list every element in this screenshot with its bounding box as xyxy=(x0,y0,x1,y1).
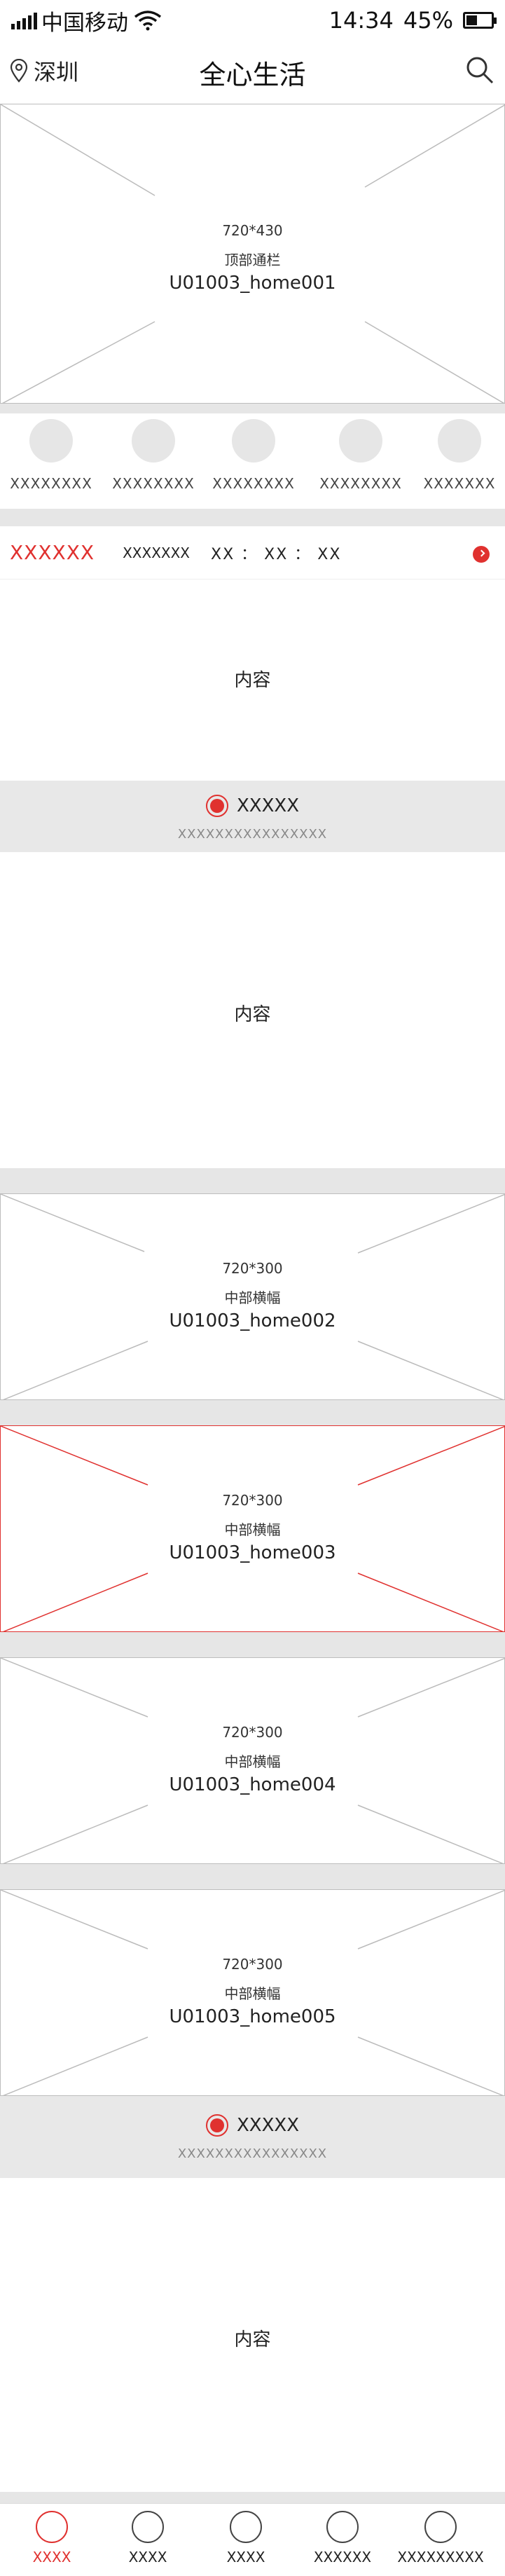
section-title: XXXXX xyxy=(236,2115,300,2136)
category-label: XXXXXXXX xyxy=(112,475,195,492)
nav-tab-2[interactable]: XXXX xyxy=(99,2511,197,2565)
divider xyxy=(0,1864,505,1889)
category-item[interactable]: XXXXXXXX xyxy=(212,419,296,492)
banner-name: 顶部通栏 xyxy=(224,252,281,268)
nav-tab-icon xyxy=(326,2511,359,2543)
banner-code: U01003_home001 xyxy=(169,273,336,294)
nav-tab-4[interactable]: XXXXXX xyxy=(293,2511,392,2565)
banner-code: U01003_home005 xyxy=(169,2006,336,2027)
search-icon[interactable] xyxy=(464,55,495,85)
thumbs-up-icon xyxy=(205,2114,228,2137)
divider xyxy=(0,2492,505,2503)
countdown-timer: XX ： XX ： XX xyxy=(211,545,342,563)
category-item[interactable]: XXXXXXX xyxy=(417,419,501,492)
arrow-right-icon[interactable] xyxy=(473,546,490,563)
signal-icon xyxy=(11,11,37,29)
banner-size: 720*430 xyxy=(222,222,283,239)
category-icon-row: XXXXXXXX XXXXXXXX XXXXXXXX XXXXXXXX XXXX… xyxy=(0,413,505,509)
divider xyxy=(0,1632,505,1657)
flash-sale-bar[interactable]: XXXXXX XXXXXXX XX ： XX ： XX xyxy=(0,526,505,580)
nav-tab-icon xyxy=(424,2511,457,2543)
divider xyxy=(0,404,505,413)
banner-size: 720*300 xyxy=(222,1724,283,1741)
top-banner[interactable]: 720*430 顶部通栏 U01003_home001 xyxy=(0,104,505,404)
category-icon xyxy=(29,419,73,463)
nav-tab-3[interactable]: XXXX xyxy=(197,2511,295,2565)
banner-name: 中部横幅 xyxy=(224,1753,281,1770)
banner-code: U01003_home002 xyxy=(169,1310,336,1331)
battery-percent: 45% xyxy=(403,7,453,34)
section-header-recommend: XXXXX XXXXXXXXXXXXXXXX xyxy=(0,2096,505,2178)
nav-tab-5[interactable]: XXXXXXXXX xyxy=(392,2511,490,2565)
banner-name: 中部横幅 xyxy=(224,1289,281,1306)
category-icon xyxy=(132,419,175,463)
category-label: XXXXXXXX xyxy=(319,475,402,492)
nav-tab-1[interactable]: XXXX xyxy=(3,2511,101,2565)
nav-tab-label: XXXXXX xyxy=(313,2549,372,2565)
section-header-hot: XXXXX XXXXXXXXXXXXXXXX xyxy=(0,781,505,852)
flame-icon xyxy=(205,795,228,817)
nav-tab-label: XXXX xyxy=(226,2549,265,2565)
nav-tab-label: XXXX xyxy=(128,2549,167,2565)
page-title: 全心生活 xyxy=(199,60,306,90)
category-icon xyxy=(438,419,481,463)
banner-name: 中部横幅 xyxy=(224,1985,281,2002)
nav-tab-label: XXXX xyxy=(32,2549,71,2565)
status-bar: 中国移动 14:34 45% xyxy=(0,0,505,41)
content-placeholder: 内容 xyxy=(234,2329,271,2350)
section-subtitle: XXXXXXXXXXXXXXXX xyxy=(177,2146,328,2161)
category-item[interactable]: XXXXXXXX xyxy=(319,419,403,492)
section-subtitle: XXXXXXXXXXXXXXXX xyxy=(177,827,328,842)
category-label: XXXXXXXX xyxy=(10,475,92,492)
content-placeholder: 内容 xyxy=(234,670,271,691)
divider xyxy=(0,1168,505,1193)
middle-banner-1[interactable]: 720*300 中部横幅 U01003_home002 xyxy=(0,1193,505,1401)
nav-tab-icon xyxy=(230,2511,262,2543)
nav-tab-label: XXXXXXXXX xyxy=(397,2549,484,2565)
category-label: XXXXXXXX xyxy=(212,475,295,492)
nav-tab-icon xyxy=(36,2511,68,2543)
divider xyxy=(0,509,505,526)
section-title: XXXXX xyxy=(236,795,300,816)
banner-code: U01003_home003 xyxy=(169,1542,336,1563)
flash-sale-title: XXXXXX xyxy=(10,541,95,564)
banner-code: U01003_home004 xyxy=(169,1774,336,1795)
middle-banner-2[interactable]: 720*300 中部横幅 U01003_home003 xyxy=(0,1425,505,1633)
divider xyxy=(0,1400,505,1425)
middle-banner-3[interactable]: 720*300 中部横幅 U01003_home004 xyxy=(0,1657,505,1865)
clock: 14:34 xyxy=(328,7,394,34)
content-placeholder: 内容 xyxy=(234,1004,271,1025)
category-label: XXXXXXX xyxy=(423,475,496,492)
flash-sale-subtitle: XXXXXXX xyxy=(123,544,191,561)
banner-name: 中部横幅 xyxy=(224,1521,281,1538)
banner-size: 720*300 xyxy=(222,1260,283,1277)
wifi-icon xyxy=(134,11,162,31)
category-icon xyxy=(339,419,382,463)
category-icon xyxy=(232,419,275,463)
banner-size: 720*300 xyxy=(222,1956,283,1973)
battery-icon xyxy=(463,12,497,29)
bottom-navigation: XXXX XXXX XXXX XXXXXX XXXXXXXXX xyxy=(0,2503,505,2576)
nav-tab-icon xyxy=(132,2511,164,2543)
middle-banner-4[interactable]: 720*300 中部横幅 U01003_home005 xyxy=(0,1889,505,2097)
category-item[interactable]: XXXXXXXX xyxy=(111,419,195,492)
app-header: 深圳 全心生活 xyxy=(0,41,505,101)
carrier-name: 中国移动 xyxy=(41,10,128,36)
category-item[interactable]: XXXXXXXX xyxy=(9,419,93,492)
banner-size: 720*300 xyxy=(222,1492,283,1509)
